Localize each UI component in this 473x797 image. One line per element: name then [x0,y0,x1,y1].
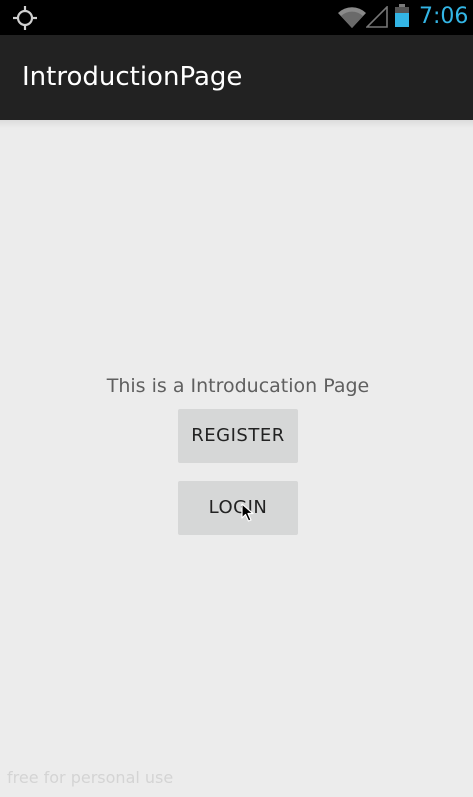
action-bar-shadow [0,120,473,128]
gps-icon [13,6,37,30]
mouse-cursor-icon [241,503,254,522]
watermark: free for personal use [7,768,174,787]
status-clock: 7:06 [419,4,469,29]
register-button[interactable]: REGISTER [178,409,298,463]
battery-icon [395,4,409,27]
action-bar: IntroductionPage [0,35,473,120]
page-title: IntroductionPage [22,62,243,92]
signal-icon [366,6,388,28]
status-bar: 7:06 [0,0,473,35]
wifi-icon [338,7,366,28]
intro-text: This is a Introducation Page [106,375,370,397]
login-button[interactable]: LOGIN [178,481,298,535]
